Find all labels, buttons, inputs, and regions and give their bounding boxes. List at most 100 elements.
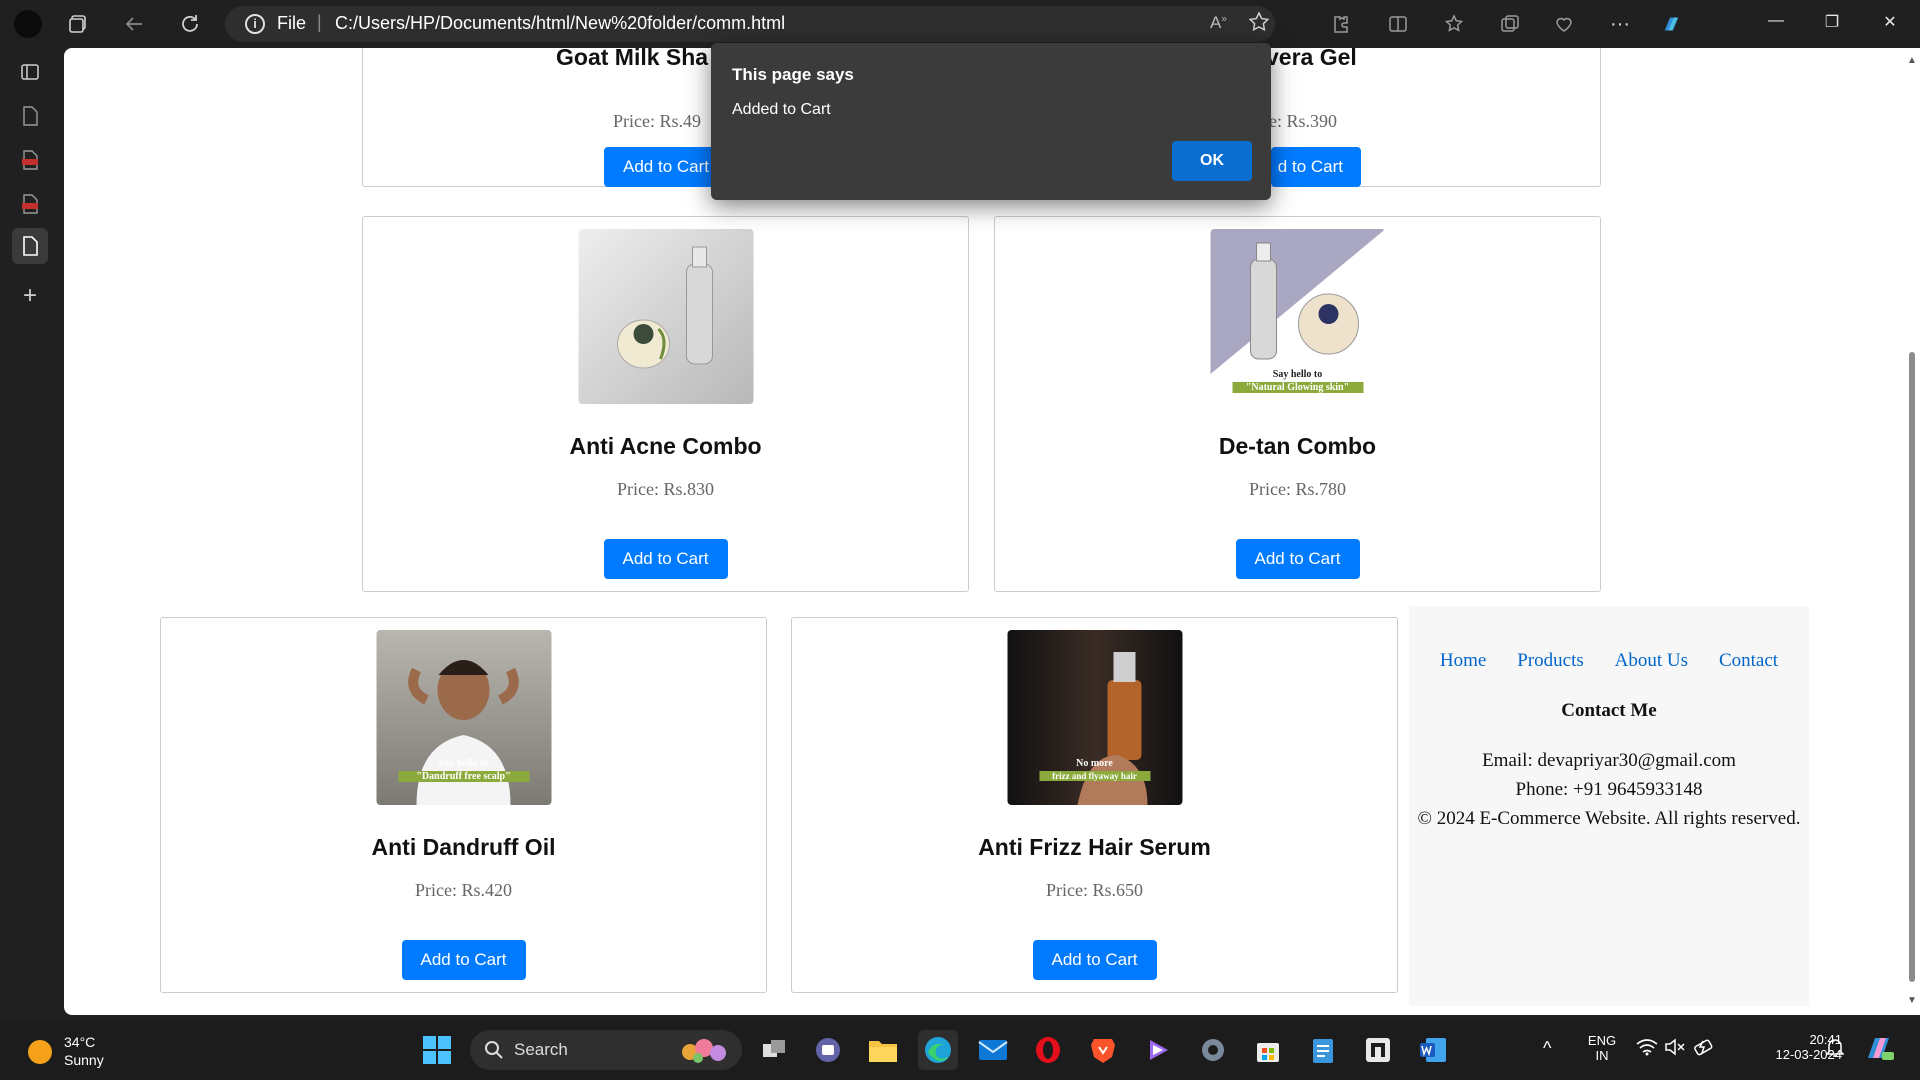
workspaces-icon[interactable] (66, 12, 90, 36)
vertical-tabs-sidebar: + (0, 48, 64, 1018)
taskbar-search[interactable]: Search (470, 1030, 742, 1070)
close-icon[interactable]: ✕ (1878, 12, 1902, 36)
start-windows-icon[interactable] (417, 1030, 457, 1070)
search-icon (485, 1041, 503, 1059)
tab-actions-icon[interactable] (16, 58, 44, 86)
product-price: Price: Rs.650 (1046, 880, 1143, 900)
tab-pdf-icon[interactable] (16, 190, 44, 218)
settings-gear-icon[interactable] (1193, 1030, 1233, 1070)
teams-chat-icon[interactable] (808, 1030, 848, 1070)
add-to-cart-button[interactable]: Add to Cart (1032, 940, 1157, 980)
nav-link-contact[interactable]: Contact (1719, 650, 1778, 672)
scheme-label: File (277, 13, 307, 33)
sun-icon (28, 1040, 52, 1064)
add-to-cart-button[interactable]: Add to Cart (401, 940, 526, 980)
split-screen-icon[interactable] (1386, 12, 1410, 36)
more-options-icon[interactable]: ··· (1608, 12, 1632, 36)
image-caption: "Natural Glowing skin" (1232, 382, 1363, 393)
product-price: e: Rs.390 (1269, 111, 1338, 131)
task-view-icon[interactable] (754, 1030, 794, 1070)
footer-nav: Home Products About Us Contact (1409, 650, 1809, 672)
back-icon[interactable] (122, 12, 146, 36)
mail-icon[interactable] (973, 1030, 1013, 1070)
address-bar[interactable]: i File | C:/Users/HP/Documents/html/New%… (225, 6, 1275, 42)
browser-title-bar: i File | C:/Users/HP/Documents/html/New%… (0, 0, 1920, 48)
dialog-ok-button[interactable]: OK (1172, 141, 1252, 181)
refresh-icon[interactable] (178, 12, 202, 36)
product-name: Anti Frizz Hair Serum (978, 834, 1211, 860)
footer-panel: Home Products About Us Contact Contact M… (1409, 606, 1809, 1006)
search-highlight-flowers-icon (682, 1039, 726, 1063)
add-to-cart-button[interactable]: Add to Cart (1235, 539, 1360, 579)
edge-browser-icon[interactable] (918, 1030, 958, 1070)
contact-email: Email: devapriyar30@gmail.com (1482, 750, 1736, 771)
language-indicator[interactable]: ENG IN (1582, 1033, 1622, 1063)
weather-condition: Sunny (64, 1052, 104, 1068)
tab-page-icon[interactable] (16, 102, 44, 130)
product-image (578, 229, 753, 404)
url-text[interactable]: C:/Users/HP/Documents/html/New%20folder/… (335, 13, 785, 34)
notification-bell-icon[interactable] (1825, 1038, 1845, 1063)
tab-pdf-icon[interactable] (16, 146, 44, 174)
product-name: Goat Milk Sha (556, 48, 709, 70)
read-aloud-icon[interactable]: A» (1210, 13, 1227, 33)
add-to-cart-button[interactable]: Add to Cart (603, 539, 728, 579)
product-price: Price: Rs.780 (1249, 479, 1346, 499)
word-icon[interactable] (1413, 1030, 1453, 1070)
image-caption: Say hello to (1272, 369, 1323, 380)
copilot-icon[interactable] (1660, 12, 1684, 36)
nav-link-products[interactable]: Products (1517, 650, 1584, 672)
brave-browser-icon[interactable] (1083, 1030, 1123, 1070)
product-price: Price: Rs.49 (613, 111, 701, 131)
restore-icon[interactable]: ❐ (1820, 12, 1844, 36)
wifi-icon[interactable] (1636, 1038, 1658, 1061)
file-explorer-icon[interactable] (863, 1030, 903, 1070)
product-card: Say hello to "Dandruff free scalp" Anti … (160, 617, 767, 993)
collections-icon[interactable] (1498, 12, 1522, 36)
scroll-down-icon[interactable]: ▼ (1907, 996, 1917, 1006)
browser-essentials-icon[interactable] (1552, 12, 1576, 36)
image-caption: No more (1076, 758, 1113, 769)
scrollbar-thumb[interactable] (1909, 352, 1915, 982)
profile-avatar[interactable] (14, 10, 42, 38)
alert-dialog: This page says Added to Cart OK (711, 43, 1271, 200)
product-price: Price: Rs.830 (617, 479, 714, 499)
image-caption: Say hello to (438, 758, 489, 769)
opera-browser-icon[interactable] (1028, 1030, 1068, 1070)
product-card: No more frizz and flyaway hair Anti Friz… (791, 617, 1398, 993)
image-caption: "Dandruff free scalp" (398, 771, 529, 782)
product-name: vera Gel (1266, 48, 1357, 70)
new-tab-plus-icon[interactable]: + (16, 282, 44, 310)
microsoft-store-icon[interactable] (1248, 1030, 1288, 1070)
show-hidden-icons-chevron-up-icon[interactable]: ^ (1543, 1038, 1551, 1059)
product-card: Say hello to "Natural Glowing skin" De-t… (994, 216, 1601, 592)
address-separator: | (317, 12, 322, 32)
contact-heading: Contact Me (1561, 700, 1657, 721)
dialog-title: This page says (732, 65, 854, 84)
add-to-cart-button[interactable]: Add to Cart (604, 147, 728, 187)
nav-link-about[interactable]: About Us (1615, 650, 1688, 672)
site-info-icon[interactable]: i (245, 14, 265, 34)
dialog-message: Added to Cart (732, 101, 831, 118)
minimize-icon[interactable]: — (1764, 12, 1788, 36)
search-label: Search (514, 1040, 568, 1059)
snipping-app-icon[interactable] (1358, 1030, 1398, 1070)
product-name: Anti Acne Combo (569, 433, 762, 459)
battery-charging-icon[interactable] (1693, 1037, 1715, 1062)
image-caption: frizz and flyaway hair (1039, 771, 1150, 781)
favorites-icon[interactable] (1442, 12, 1466, 36)
page-scrollbar[interactable]: ▲ ▼ (1904, 48, 1920, 1015)
product-image: Say hello to "Dandruff free scalp" (376, 630, 551, 805)
scroll-up-icon[interactable]: ▲ (1907, 56, 1917, 66)
nav-link-home[interactable]: Home (1440, 650, 1486, 672)
speaker-muted-icon[interactable] (1664, 1038, 1686, 1061)
tab-active-page-icon[interactable] (12, 228, 48, 264)
notepad-icon[interactable] (1303, 1030, 1343, 1070)
favorite-star-icon[interactable] (1247, 10, 1271, 39)
extensions-icon[interactable] (1328, 12, 1352, 36)
copilot-taskbar-icon[interactable] (1864, 1034, 1894, 1067)
product-card: Anti Acne Combo Price: Rs.830 Add to Car… (362, 216, 969, 592)
media-player-icon[interactable] (1138, 1030, 1178, 1070)
product-name: Anti Dandruff Oil (371, 834, 556, 860)
add-to-cart-button[interactable]: d to Cart (1271, 147, 1361, 187)
